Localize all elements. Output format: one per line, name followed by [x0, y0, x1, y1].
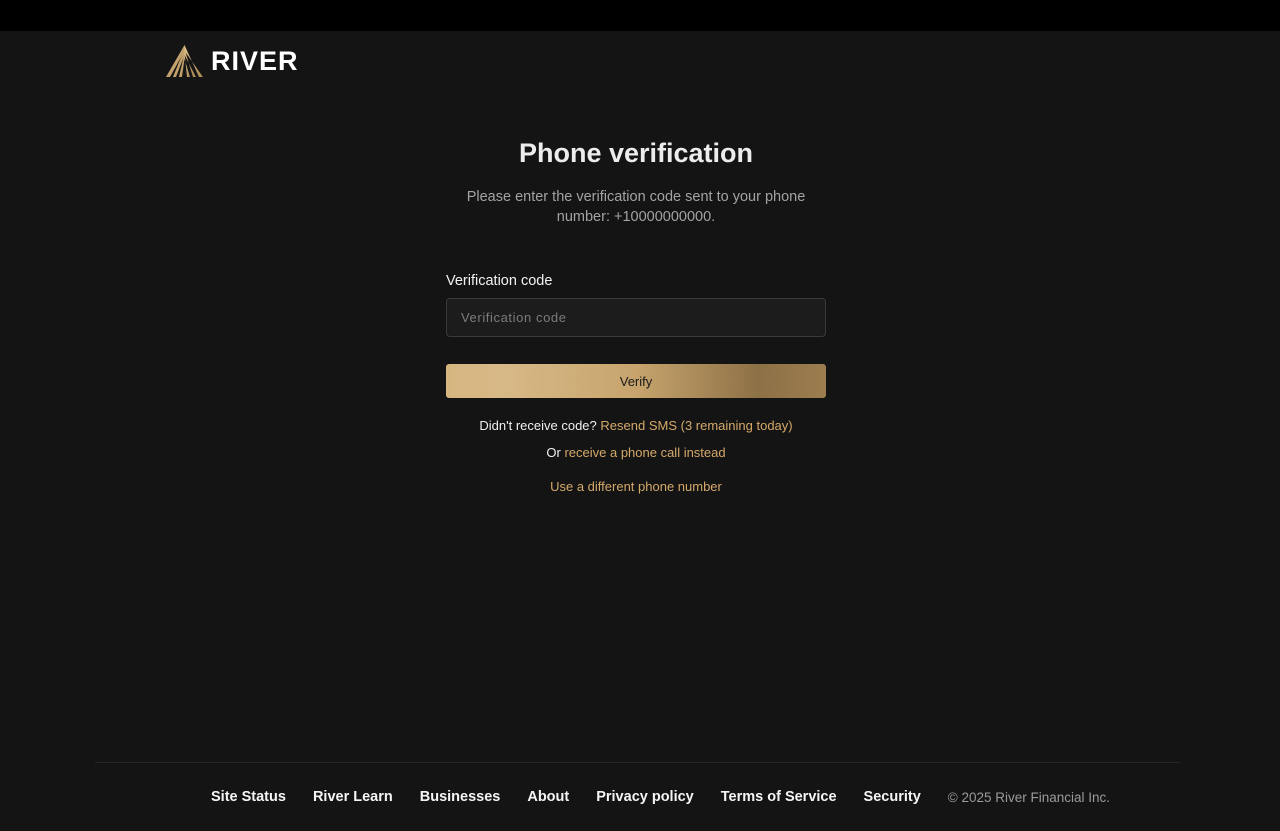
verification-panel: Phone verification Please enter the veri…	[446, 136, 826, 495]
top-bar	[0, 0, 1280, 31]
footer-copyright: © 2025 River Financial Inc.	[947, 789, 1111, 805]
river-logo-icon	[166, 45, 203, 77]
footer-link-privacy-policy[interactable]: Privacy policy	[596, 789, 694, 805]
footer-link-about[interactable]: About	[527, 789, 569, 805]
footer-link-security[interactable]: Security	[864, 789, 921, 805]
call-prefix: Or	[546, 445, 561, 460]
footer-link-site-status[interactable]: Site Status	[211, 789, 286, 805]
river-logo[interactable]: RIVER	[166, 45, 299, 77]
resend-row: Didn't receive code? Resend SMS (3 remai…	[446, 418, 826, 434]
footer-divider	[95, 762, 1180, 763]
footer-link-businesses[interactable]: Businesses	[420, 789, 501, 805]
different-number-link[interactable]: Use a different phone number	[550, 479, 722, 494]
footer-link-river-learn[interactable]: River Learn	[313, 789, 393, 805]
verification-code-label: Verification code	[446, 273, 553, 289]
call-row: Or receive a phone call instead	[446, 445, 826, 461]
river-logo-text: RIVER	[211, 45, 299, 76]
different-number-row: Use a different phone number	[446, 479, 826, 495]
footer-link-terms-of-service[interactable]: Terms of Service	[721, 789, 837, 805]
phone-call-link[interactable]: receive a phone call instead	[564, 445, 725, 460]
page-title: Phone verification	[518, 138, 754, 168]
verify-button[interactable]: Verify	[446, 364, 826, 398]
resend-prefix: Didn't receive code?	[479, 418, 597, 433]
footer: Site Status River Learn Businesses About…	[211, 787, 1110, 807]
page-subtitle: Please enter the verification code sent …	[466, 189, 806, 225]
verification-code-input[interactable]	[446, 298, 826, 337]
resend-sms-link[interactable]: Resend SMS (3 remaining today)	[600, 418, 792, 433]
